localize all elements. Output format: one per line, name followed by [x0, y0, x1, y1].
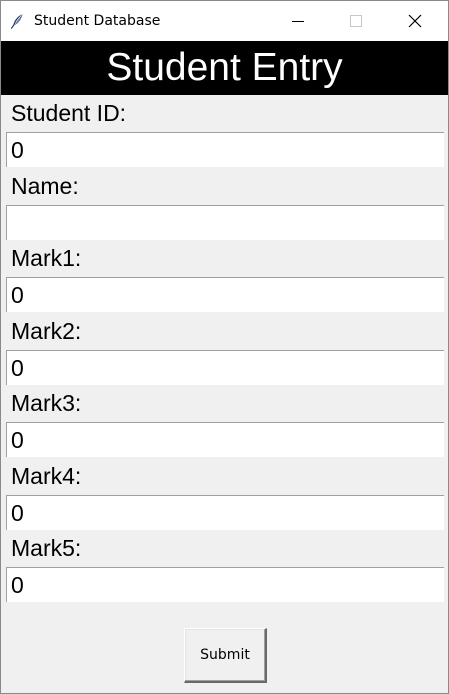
window-title: Student Database — [34, 13, 161, 29]
mark4-input[interactable] — [6, 495, 444, 530]
mark5-label: Mark5: — [11, 535, 82, 561]
mark4-label: Mark4: — [11, 463, 82, 489]
mark2-input[interactable] — [6, 350, 444, 385]
name-label: Name: — [11, 173, 79, 199]
minimize-icon — [292, 21, 304, 22]
title-bar[interactable]: Student Database — [1, 1, 448, 41]
maximize-icon — [350, 15, 362, 27]
maximize-button[interactable] — [327, 1, 385, 41]
close-icon — [408, 14, 422, 28]
mark1-label: Mark1: — [11, 245, 82, 271]
mark3-input[interactable] — [6, 422, 444, 457]
student-id-input[interactable] — [6, 132, 444, 167]
page-title: Student Entry — [1, 41, 448, 95]
mark3-label: Mark3: — [11, 390, 82, 416]
app-window: Student Database Student Entry Student I… — [0, 0, 449, 694]
mark2-label: Mark2: — [11, 318, 82, 344]
name-input[interactable] — [6, 205, 444, 240]
close-button[interactable] — [386, 1, 444, 41]
submit-button[interactable]: Submit — [184, 628, 267, 683]
minimize-button[interactable] — [269, 1, 327, 41]
feather-icon — [9, 13, 25, 29]
mark1-input[interactable] — [6, 277, 444, 312]
mark5-input[interactable] — [6, 567, 444, 602]
student-id-label: Student ID: — [11, 100, 127, 126]
